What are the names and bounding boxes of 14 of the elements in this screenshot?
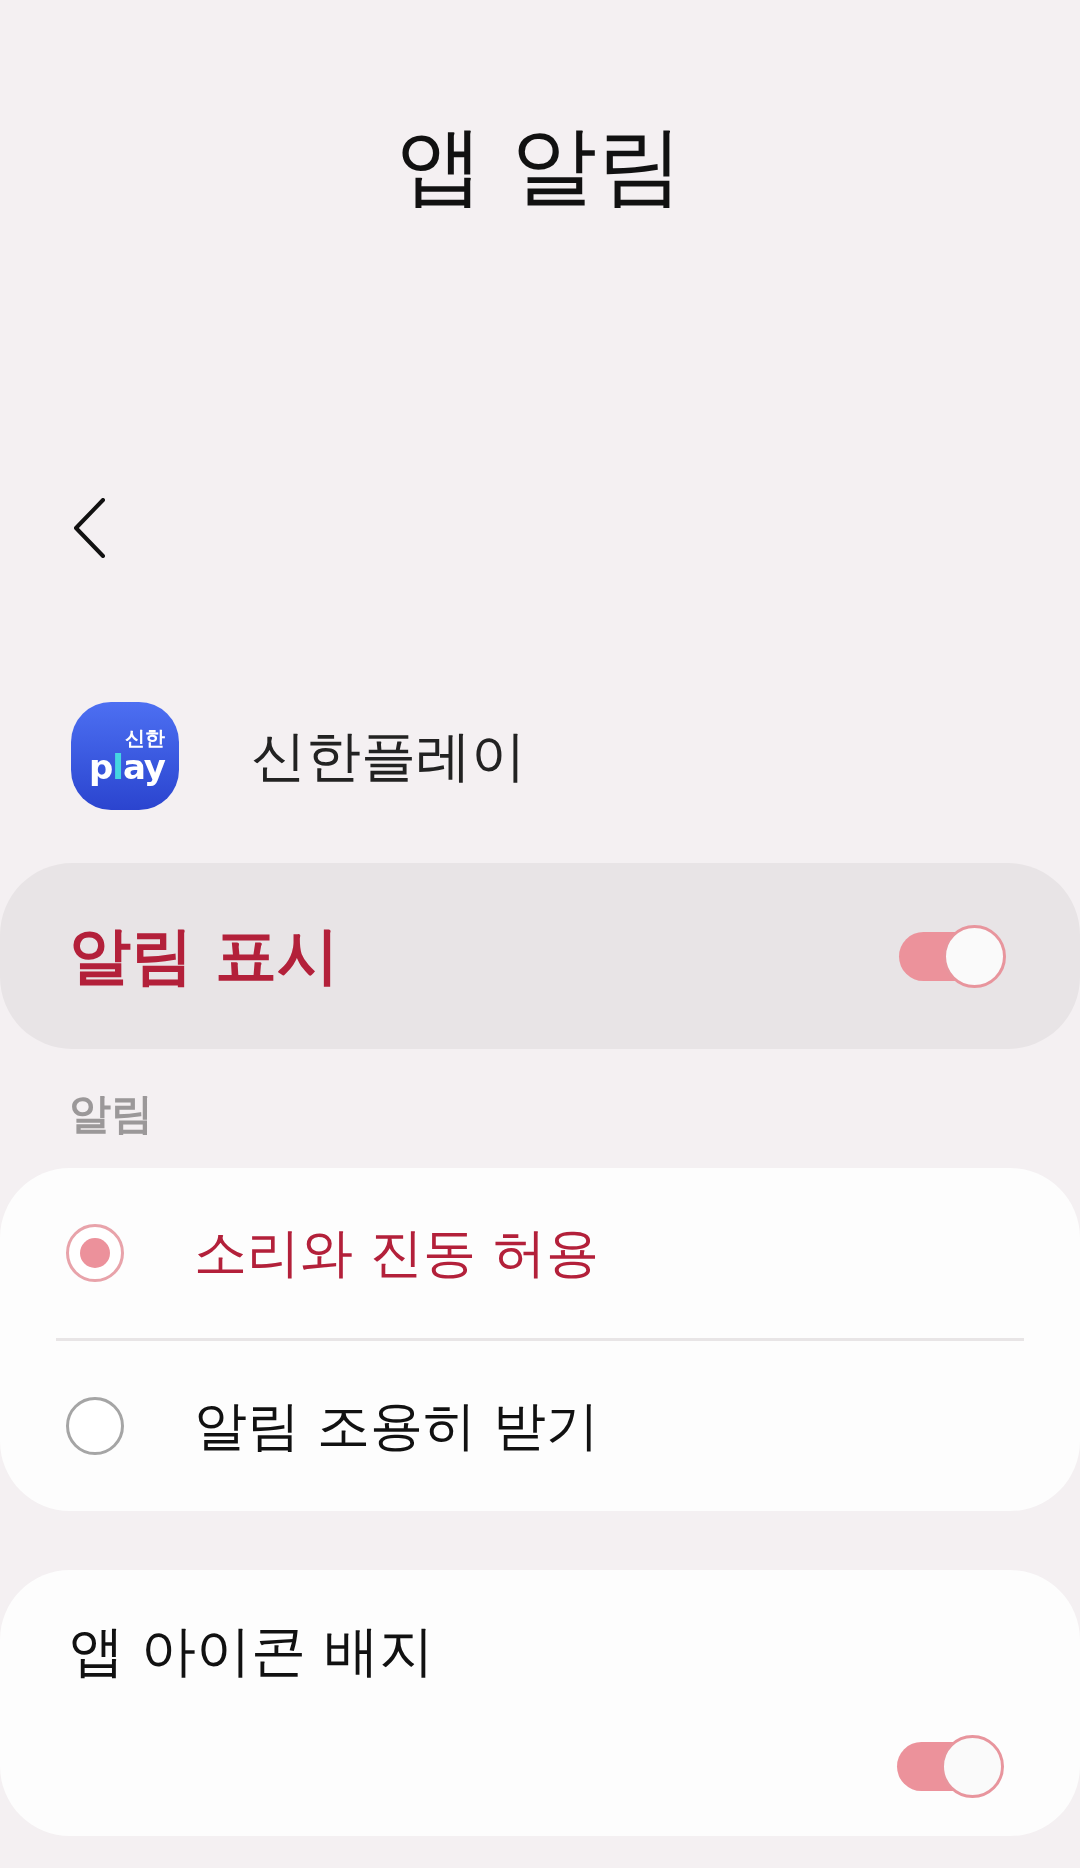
radio-button[interactable] (66, 1397, 124, 1455)
option-label: 소리와 진동 허용 (194, 1221, 599, 1285)
toggle-switch[interactable] (897, 1735, 1004, 1798)
back-icon[interactable] (72, 498, 106, 558)
logo-wordmark: play (88, 749, 165, 785)
option-label: 알림 조용히 받기 (194, 1394, 599, 1458)
app-name: 신한플레이 (251, 723, 526, 789)
master-switch-label: 알림 표시 (69, 919, 339, 993)
toggle-switch[interactable] (899, 924, 1006, 988)
badge-setting-label: 앱 아이콘 배지 (69, 1618, 434, 1684)
logo-caption: 신한 (125, 727, 165, 749)
section-label: 알림 (69, 1089, 153, 1139)
radio-button[interactable] (66, 1224, 124, 1282)
page-title: 앱 알림 (397, 114, 683, 217)
